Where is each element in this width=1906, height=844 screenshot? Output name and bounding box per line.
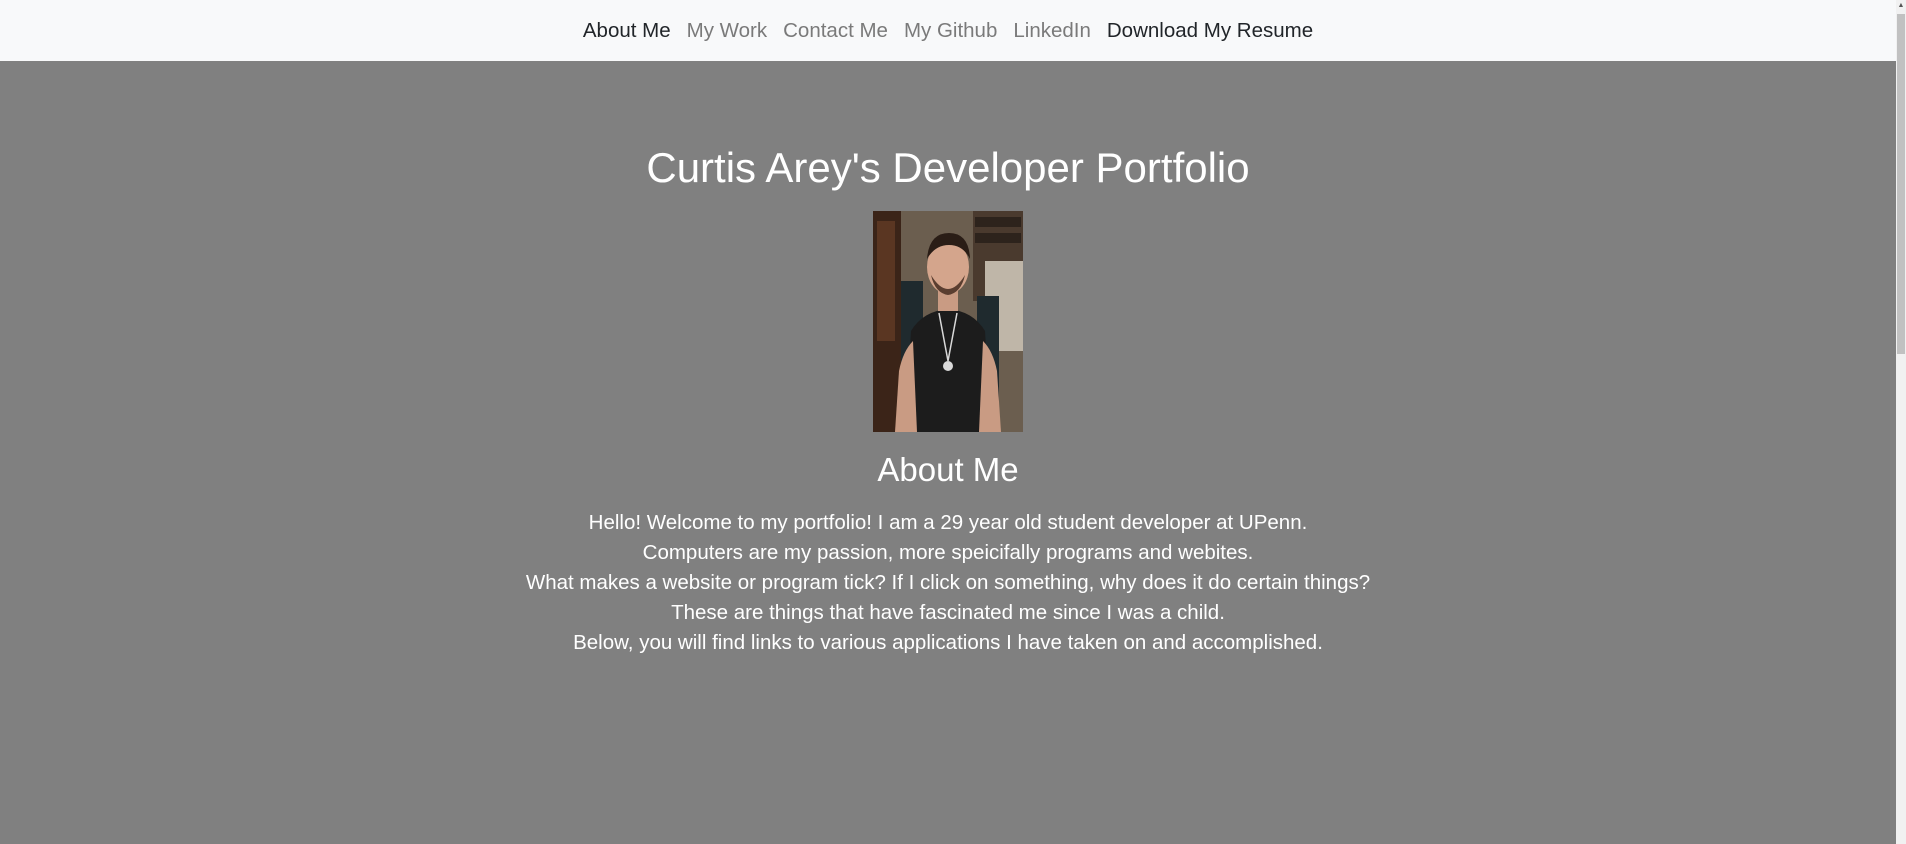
top-navbar: About Me My Work Contact Me My Github Li… bbox=[0, 0, 1896, 61]
page-scrollbar[interactable]: ▲ bbox=[1896, 0, 1906, 844]
about-line: These are things that have fascinated me… bbox=[671, 600, 1225, 624]
about-line: Below, you will find links to various ap… bbox=[573, 630, 1323, 654]
nav-my-work[interactable]: My Work bbox=[687, 19, 767, 43]
page-title: Curtis Arey's Developer Portfolio bbox=[646, 144, 1250, 191]
scrollbar-thumb[interactable] bbox=[1897, 14, 1905, 354]
nav-about-me[interactable]: About Me bbox=[583, 19, 671, 43]
about-text: Hello! Welcome to my portfolio! I am a 2… bbox=[0, 508, 1896, 658]
about-line: What makes a website or program tick? If… bbox=[525, 570, 1371, 594]
scroll-up-icon[interactable]: ▲ bbox=[1897, 2, 1905, 10]
about-heading: About Me bbox=[877, 451, 1019, 489]
profile-photo bbox=[873, 211, 1023, 433]
about-line: Hello! Welcome to my portfolio! I am a 2… bbox=[588, 510, 1308, 534]
nav-download-resume[interactable]: Download My Resume bbox=[1107, 19, 1313, 43]
about-line: Computers are my passion, more speicifal… bbox=[642, 540, 1254, 564]
nav-my-github[interactable]: My Github bbox=[904, 19, 997, 43]
main-content: Curtis Arey's Developer Portfolio About … bbox=[0, 61, 1896, 658]
nav-contact-me[interactable]: Contact Me bbox=[783, 19, 888, 43]
nav-linkedin[interactable]: LinkedIn bbox=[1013, 19, 1091, 43]
